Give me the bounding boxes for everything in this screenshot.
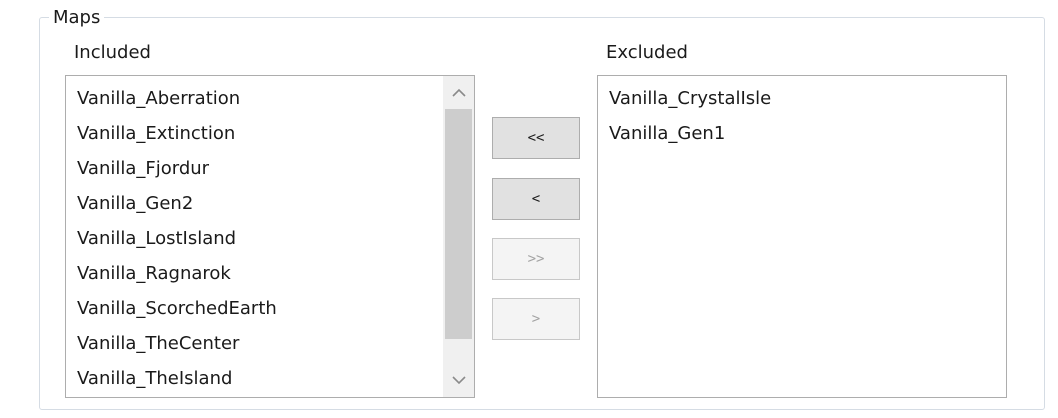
maps-group-title: Maps (49, 7, 105, 29)
list-item[interactable]: Vanilla_Gen2 (77, 186, 193, 221)
list-item[interactable]: Vanilla_Extinction (77, 116, 235, 151)
list-item[interactable]: Vanilla_Ragnarok (77, 256, 231, 291)
excluded-list-label: Excluded (606, 42, 688, 63)
include-all-button[interactable]: << (492, 117, 580, 159)
included-list-label: Included (74, 42, 151, 63)
list-item[interactable]: Vanilla_Aberration (77, 81, 240, 116)
chevron-up-icon[interactable] (443, 76, 474, 109)
list-item[interactable]: Vanilla_ScorchedEarth (77, 291, 277, 326)
exclude-selected-button[interactable]: > (492, 298, 580, 340)
list-item[interactable]: Vanilla_Fjordur (77, 151, 209, 186)
list-item[interactable]: Vanilla_LostIsland (77, 221, 236, 256)
include-selected-button[interactable]: < (492, 178, 580, 220)
excluded-listbox[interactable]: Vanilla_CrystalIsle Vanilla_Gen1 (597, 75, 1007, 398)
list-item[interactable]: Vanilla_CrystalIsle (609, 81, 771, 116)
list-item[interactable]: Vanilla_TheIsland (77, 361, 232, 396)
scroll-thumb[interactable] (445, 109, 472, 339)
list-item[interactable]: Vanilla_Gen1 (609, 116, 725, 151)
exclude-all-button[interactable]: >> (492, 238, 580, 280)
included-listbox[interactable]: Vanilla_Aberration Vanilla_Extinction Va… (65, 75, 475, 398)
chevron-down-icon[interactable] (443, 364, 474, 397)
included-scrollbar[interactable] (443, 76, 474, 397)
list-item[interactable]: Vanilla_TheCenter (77, 326, 239, 361)
